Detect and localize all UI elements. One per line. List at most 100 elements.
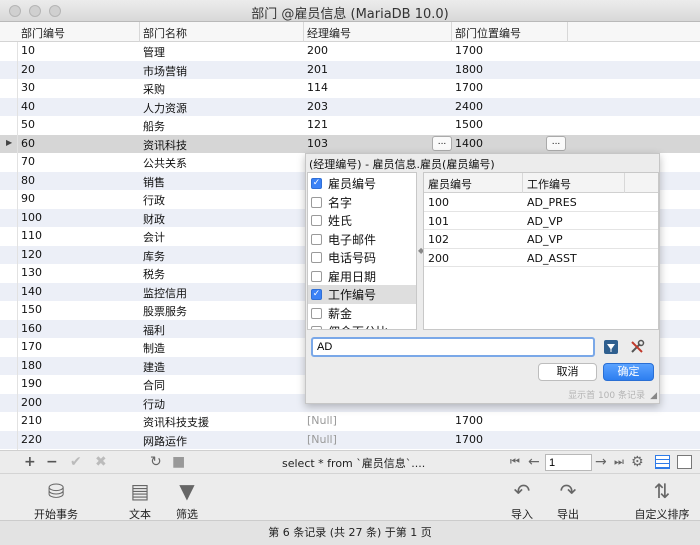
table-cell[interactable]: 行动 — [143, 396, 165, 412]
field-checkbox[interactable] — [311, 270, 322, 282]
table-cell[interactable]: 财政 — [143, 211, 165, 227]
table-cell[interactable]: 1500 — [455, 118, 483, 131]
table-cell[interactable]: [Null] — [307, 433, 337, 446]
table-row[interactable]: 220 网路运作 [Null] 1700 — [0, 430, 700, 449]
last-page-icon[interactable]: ⏭ — [614, 454, 624, 470]
field-list-item[interactable]: 电话号码 — [308, 248, 416, 267]
table-cell[interactable]: 库务 — [143, 248, 165, 264]
table-cell[interactable]: 监控信用 — [143, 285, 187, 301]
field-list-item[interactable]: ✓ 雇员编号 — [308, 174, 416, 193]
table-cell[interactable]: 网路运作 — [143, 433, 187, 449]
add-record-icon[interactable]: + — [24, 454, 36, 470]
table-row[interactable]: 10 管理 200 1700 — [0, 42, 700, 61]
table-cell[interactable]: 40 — [21, 100, 35, 113]
column-divider[interactable] — [139, 22, 140, 42]
table-cell[interactable]: 1700 — [455, 81, 483, 94]
settings-gear-icon[interactable]: ⚙ — [631, 454, 644, 470]
lookup-table-row[interactable]: 101 AD_VP — [424, 212, 658, 230]
refresh-icon[interactable]: ↻ — [150, 454, 162, 470]
import-button[interactable]: ↶ 导入 — [505, 478, 539, 522]
table-cell[interactable]: 资讯科技支援 — [143, 414, 209, 430]
table-cell[interactable]: 行政 — [143, 192, 165, 208]
field-list-item[interactable]: 名字 — [308, 193, 416, 212]
table-cell[interactable]: 220 — [21, 433, 42, 446]
table-row[interactable]: ▶ 60 资讯科技 103 1400...... — [0, 134, 700, 153]
field-list[interactable]: ✓ 雇员编号名字姓氏电子邮件电话号码雇用日期 ✓ 工作编号薪金佣金百分比 — [307, 172, 417, 330]
table-row[interactable]: 40 人力资源 203 2400 — [0, 97, 700, 116]
table-cell[interactable]: 130 — [21, 266, 42, 279]
table-cell[interactable]: 2400 — [455, 100, 483, 113]
table-cell[interactable]: 190 — [21, 377, 42, 390]
page-number-input[interactable] — [545, 454, 592, 471]
lookup-table-cell[interactable]: 101 — [428, 215, 449, 228]
table-cell[interactable]: 90 — [21, 192, 35, 205]
table-cell[interactable]: 销售 — [143, 174, 165, 190]
field-list-item[interactable]: 雇用日期 — [308, 267, 416, 286]
table-cell[interactable]: 1400 — [455, 137, 483, 150]
table-cell[interactable]: 1800 — [455, 63, 483, 76]
table-cell[interactable]: 121 — [307, 118, 328, 131]
table-cell[interactable]: 60 — [21, 137, 35, 150]
filter-lookup-icon[interactable] — [603, 339, 621, 357]
lookup-column-header-job-id[interactable]: 工作编号 — [527, 176, 571, 192]
lookup-table-cell[interactable]: 100 — [428, 196, 449, 209]
table-row[interactable]: 210 资讯科技支援 [Null] 1700 — [0, 412, 700, 431]
table-cell[interactable]: 10 — [21, 44, 35, 57]
field-list-item[interactable]: 姓氏 — [308, 211, 416, 230]
table-cell[interactable]: 30 — [21, 81, 35, 94]
lookup-table-cell[interactable]: AD_PRES — [527, 196, 577, 209]
field-list-item[interactable]: 电子邮件 — [308, 230, 416, 249]
lookup-search-input[interactable] — [311, 337, 595, 357]
table-cell[interactable]: 股票服务 — [143, 303, 187, 319]
lookup-table-row[interactable]: 102 AD_VP — [424, 230, 658, 249]
column-header-dept-id[interactable]: 部门编号 — [21, 25, 65, 41]
filter-button[interactable]: ▼ 筛选 — [170, 478, 204, 522]
table-cell[interactable]: 180 — [21, 359, 42, 372]
custom-sort-button[interactable]: ⇅ 自定义排序 — [630, 478, 694, 522]
table-cell[interactable]: 203 — [307, 100, 328, 113]
field-checkbox[interactable] — [311, 233, 322, 245]
column-divider[interactable] — [451, 22, 452, 42]
table-cell[interactable]: 150 — [21, 303, 42, 316]
table-cell[interactable]: 市场营销 — [143, 63, 187, 79]
ok-button[interactable]: 确定 — [603, 363, 654, 381]
lookup-table-cell[interactable]: AD_ASST — [527, 252, 577, 265]
table-cell[interactable]: 20 — [21, 63, 35, 76]
lookup-table-cell[interactable]: AD_VP — [527, 215, 563, 228]
table-cell[interactable]: 70 — [21, 155, 35, 168]
table-row[interactable]: 20 市场营销 201 1800 — [0, 60, 700, 79]
table-cell[interactable]: 制造 — [143, 340, 165, 356]
table-cell[interactable]: 110 — [21, 229, 42, 242]
column-divider[interactable] — [567, 22, 568, 42]
grid-view-icon[interactable] — [655, 455, 670, 469]
begin-transaction-button[interactable]: ⛁ 开始事务 — [33, 478, 79, 522]
field-list-item[interactable]: 佣金百分比 — [308, 322, 416, 329]
table-row[interactable]: 50 船务 121 1500 — [0, 116, 700, 135]
field-checkbox[interactable] — [311, 307, 322, 319]
export-button[interactable]: ↷ 导出 — [551, 478, 585, 522]
lookup-table-cell[interactable]: AD_VP — [527, 233, 563, 246]
table-cell[interactable]: 1700 — [455, 414, 483, 427]
column-header-location-id[interactable]: 部门位置编号 — [455, 25, 521, 41]
field-checkbox[interactable] — [311, 215, 322, 226]
table-cell[interactable]: 会计 — [143, 229, 165, 245]
table-cell[interactable]: 1700 — [455, 433, 483, 446]
table-cell[interactable]: 201 — [307, 63, 328, 76]
cancel-button[interactable]: 取消 — [538, 363, 597, 381]
table-cell[interactable]: 管理 — [143, 44, 165, 60]
table-cell[interactable]: 170 — [21, 340, 42, 353]
field-checkbox[interactable] — [311, 252, 322, 263]
table-cell[interactable]: 200 — [307, 44, 328, 57]
field-list-item[interactable]: ✓ 工作编号 — [308, 285, 416, 304]
table-cell[interactable]: 人力资源 — [143, 100, 187, 116]
field-checkbox[interactable]: ✓ — [311, 289, 322, 300]
lookup-table[interactable]: 雇员编号 工作编号 100 AD_PRES 101 AD_VP 102 AD_VP 200 A… — [423, 172, 659, 330]
delete-record-icon[interactable]: − — [46, 454, 58, 470]
table-cell[interactable]: 140 — [21, 285, 42, 298]
table-cell[interactable]: 合同 — [143, 377, 165, 393]
table-cell[interactable]: 80 — [21, 174, 35, 187]
stop-icon[interactable]: ■ — [172, 454, 185, 470]
lookup-table-row[interactable]: 200 AD_ASST — [424, 249, 658, 267]
table-row[interactable]: 30 采购 114 1700 — [0, 79, 700, 98]
tools-icon[interactable] — [629, 339, 647, 357]
